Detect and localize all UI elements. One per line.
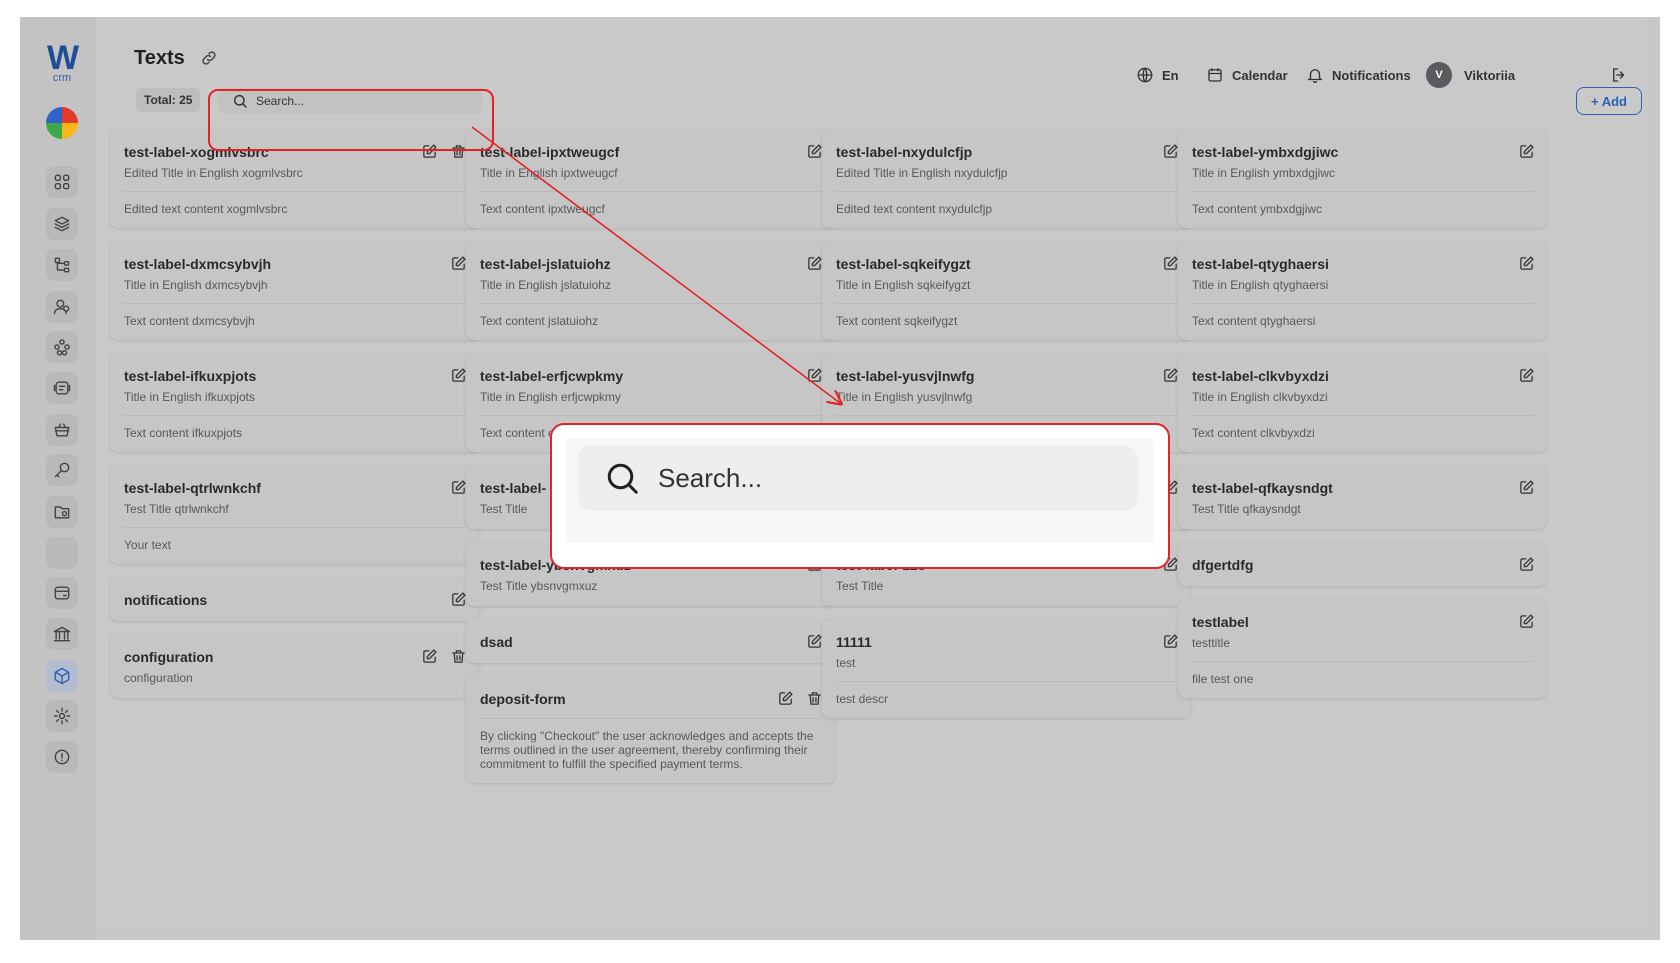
app-frame: W crm Texts Total: 25 Search... En Calen… bbox=[20, 17, 1660, 940]
search-zoom-callout: Search... bbox=[550, 423, 1170, 569]
search-input-zoomed[interactable]: Search... bbox=[578, 445, 1138, 511]
search-placeholder-zoomed: Search... bbox=[658, 462, 763, 493]
search-icon bbox=[607, 463, 638, 494]
